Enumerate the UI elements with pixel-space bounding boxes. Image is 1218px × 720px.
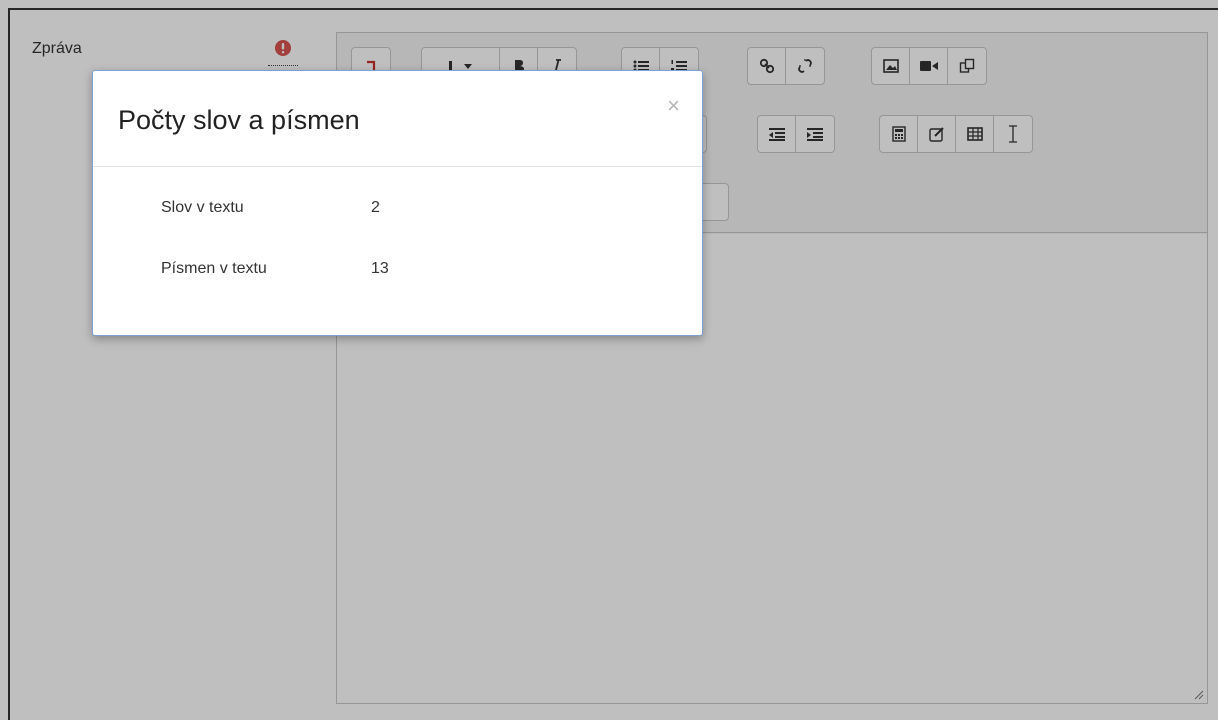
word-count-dialog: Počty slov a písmen × Slov v textu 2 Písm… bbox=[92, 70, 703, 336]
letter-count-value: 13 bbox=[371, 260, 389, 277]
letter-count-row: Písmen v textu 13 bbox=[161, 260, 389, 278]
word-count-row: Slov v textu 2 bbox=[161, 199, 380, 217]
dialog-header: Počty slov a písmen × bbox=[93, 71, 702, 167]
word-count-value: 2 bbox=[371, 199, 380, 216]
letter-count-label: Písmen v textu bbox=[161, 260, 267, 277]
dialog-title: Počty slov a písmen bbox=[118, 105, 360, 135]
word-count-label: Slov v textu bbox=[161, 199, 244, 216]
close-icon[interactable]: × bbox=[667, 95, 680, 117]
